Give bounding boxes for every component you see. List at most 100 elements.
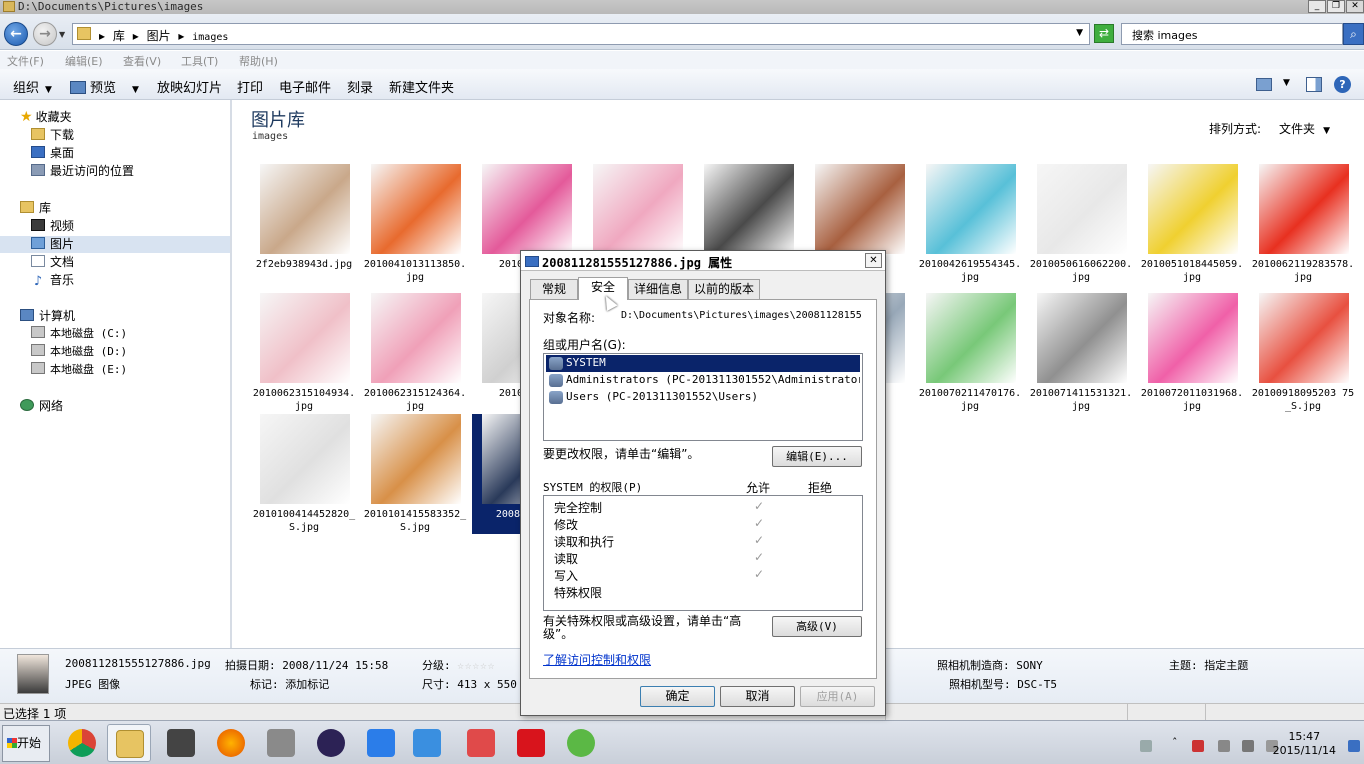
breadcrumb-pictures[interactable]: 图片 (147, 29, 171, 43)
thumbnail-item[interactable]: 2010072011031968.jpg (1138, 293, 1246, 413)
control-panel-task[interactable] (259, 724, 303, 762)
chat-task[interactable] (559, 724, 603, 762)
nav-disk-e[interactable]: 本地磁盘 (E:) (31, 362, 127, 379)
slideshow-button[interactable]: 放映幻灯片 (157, 77, 222, 96)
tab-general[interactable]: 常规 (530, 279, 578, 299)
thumbnail-item[interactable]: 2010100414452820_S.jpg (250, 414, 358, 534)
back-button[interactable]: ← (4, 22, 28, 46)
thumbnail-item[interactable]: 2010051018445059.jpg (1138, 164, 1246, 284)
security-icon[interactable] (1192, 740, 1204, 752)
new-folder-button[interactable]: 新建文件夹 (389, 77, 454, 96)
show-hidden-icons[interactable]: ˆ (1172, 736, 1184, 749)
cancel-button[interactable]: 取消 (720, 686, 795, 707)
nav-pictures[interactable]: 图片 (0, 236, 230, 253)
clock[interactable]: 15:47 2015/11/14 (1273, 730, 1336, 758)
refresh-button[interactable]: ⇄ (1094, 24, 1114, 43)
nav-disk-d[interactable]: 本地磁盘 (D:) (31, 344, 127, 361)
menu-help[interactable]: 帮助(H) (239, 53, 278, 69)
help-icon[interactable]: ? (1334, 76, 1351, 93)
print-button[interactable]: 打印 (237, 77, 263, 96)
thumbnail-item[interactable]: 2010101415583352_S.jpg (361, 414, 469, 534)
usb-icon[interactable] (1218, 740, 1230, 752)
dialog-close-button[interactable]: ✕ (865, 253, 882, 268)
learn-access-control-link[interactable]: 了解访问控制和权限 (543, 651, 651, 668)
thumbnail-image (1259, 164, 1349, 254)
thumbnail-item[interactable]: 2010062119283578.jpg (1249, 164, 1357, 284)
thumbnail-item[interactable]: 2010050616062200.jpg (1027, 164, 1135, 284)
app-task[interactable] (405, 724, 449, 762)
recent-pages-dropdown[interactable]: ▼ (59, 30, 65, 39)
chevron-down-icon[interactable]: ▼ (1283, 78, 1290, 88)
minimize-button[interactable]: _ (1308, 0, 1326, 13)
user-row-system[interactable]: SYSTEM (546, 355, 860, 372)
apply-button[interactable]: 应用(A) (800, 686, 875, 707)
rating-stars[interactable]: ☆☆☆☆☆ (457, 659, 495, 672)
close-button[interactable]: ✕ (1346, 0, 1364, 13)
nav-network[interactable]: 网络 (20, 398, 63, 415)
ok-button[interactable]: 确定 (640, 686, 715, 707)
forward-button[interactable]: → (33, 22, 57, 46)
tab-previous-versions[interactable]: 以前的版本 (688, 279, 760, 299)
breadcrumb-images[interactable]: images (192, 32, 228, 43)
nav-documents[interactable]: 文档 (31, 254, 74, 271)
editor-task[interactable] (459, 724, 503, 762)
search-icon[interactable]: ⌕ (1343, 23, 1364, 45)
user-row-administrators[interactable]: Administrators (PC-201311301552\Administ… (546, 372, 860, 389)
details-subject[interactable]: 主题: 指定主题 (1169, 657, 1248, 673)
details-tags[interactable]: 标记: 添加标记 (250, 676, 329, 692)
change-view-icon[interactable] (1256, 78, 1272, 91)
firefox-task[interactable] (209, 724, 253, 762)
nav-desktop[interactable]: 桌面 (31, 145, 74, 162)
thumbnail-item[interactable]: 20100918095203 75_S.jpg (1249, 293, 1357, 413)
nav-favorites[interactable]: ★ 收藏夹 (20, 109, 72, 126)
chevron-down-icon[interactable]: ▼ (1076, 28, 1083, 38)
menu-view[interactable]: 查看(V) (123, 53, 161, 69)
organize-button[interactable]: 组织 ▼ (13, 77, 52, 96)
breadcrumb-separator[interactable]: ▸ (99, 29, 105, 43)
nav-videos[interactable]: 视频 (31, 218, 74, 235)
nav-recent[interactable]: 最近访问的位置 (31, 163, 134, 180)
nav-libraries[interactable]: 库 (20, 200, 51, 217)
thumbnail-item[interactable]: 2010062315124364.jpg (361, 293, 469, 413)
edit-button[interactable]: 编辑(E)... (772, 446, 862, 467)
wps-task[interactable] (359, 724, 403, 762)
start-button[interactable]: 开始 (2, 725, 50, 762)
breadcrumb-separator[interactable]: ▸ (178, 29, 184, 43)
arrange-value[interactable]: 文件夹 (1279, 122, 1315, 136)
hbuilder-task[interactable] (509, 724, 553, 762)
breadcrumb-library[interactable]: 库 (113, 29, 125, 43)
keyboard-icon[interactable] (1140, 740, 1152, 752)
advanced-button[interactable]: 高级(V) (772, 616, 862, 637)
thumbnail-item[interactable]: 2010041013113850.jpg (361, 164, 469, 284)
thumbnail-item[interactable]: 2f2eb938943d.jpg (250, 164, 358, 284)
breadcrumb-separator[interactable]: ▸ (133, 29, 139, 43)
thumbnail-item[interactable]: 2010070211470176.jpg (916, 293, 1024, 413)
preview-button[interactable]: 预览 ▼ (70, 77, 139, 96)
eclipse-task[interactable] (309, 724, 353, 762)
explorer-task[interactable] (107, 724, 151, 762)
nav-downloads[interactable]: 下载 (31, 127, 74, 144)
menu-edit[interactable]: 编辑(E) (65, 53, 103, 69)
tab-details[interactable]: 详细信息 (628, 279, 688, 299)
nav-disk-c[interactable]: 本地磁盘 (C:) (31, 326, 127, 343)
preview-pane-icon[interactable] (1306, 77, 1322, 92)
menu-tools[interactable]: 工具(T) (181, 53, 218, 69)
burn-button[interactable]: 刻录 (347, 77, 373, 96)
thumbnail-item[interactable]: 2010042619554345.jpg (916, 164, 1024, 284)
user-row-users[interactable]: Users (PC-201311301552\Users) (546, 389, 860, 406)
thumbnail-item[interactable]: 2010071411531321.jpg (1027, 293, 1135, 413)
volume-icon[interactable] (1242, 740, 1254, 752)
show-desktop-icon[interactable] (1348, 740, 1360, 752)
maximize-button[interactable]: ❐ (1327, 0, 1345, 13)
arrange-by[interactable]: 排列方式: 文件夹 ▼ (1209, 120, 1330, 137)
thumbnail-item[interactable]: 2010062315104934.jpg (250, 293, 358, 413)
chrome-task[interactable] (60, 724, 104, 762)
email-button[interactable]: 电子邮件 (279, 77, 331, 96)
nav-music[interactable]: ♪ 音乐 (31, 272, 74, 289)
search-input[interactable]: 搜索 images (1121, 23, 1343, 45)
nav-computer[interactable]: 计算机 (20, 308, 75, 325)
users-list[interactable]: SYSTEM Administrators (PC-201311301552\A… (543, 353, 863, 441)
terminal-task[interactable] (159, 724, 203, 762)
address-input[interactable]: ▸ 库 ▸ 图片 ▸ images ▼ (72, 23, 1090, 45)
menu-file[interactable]: 文件(F) (7, 53, 44, 69)
